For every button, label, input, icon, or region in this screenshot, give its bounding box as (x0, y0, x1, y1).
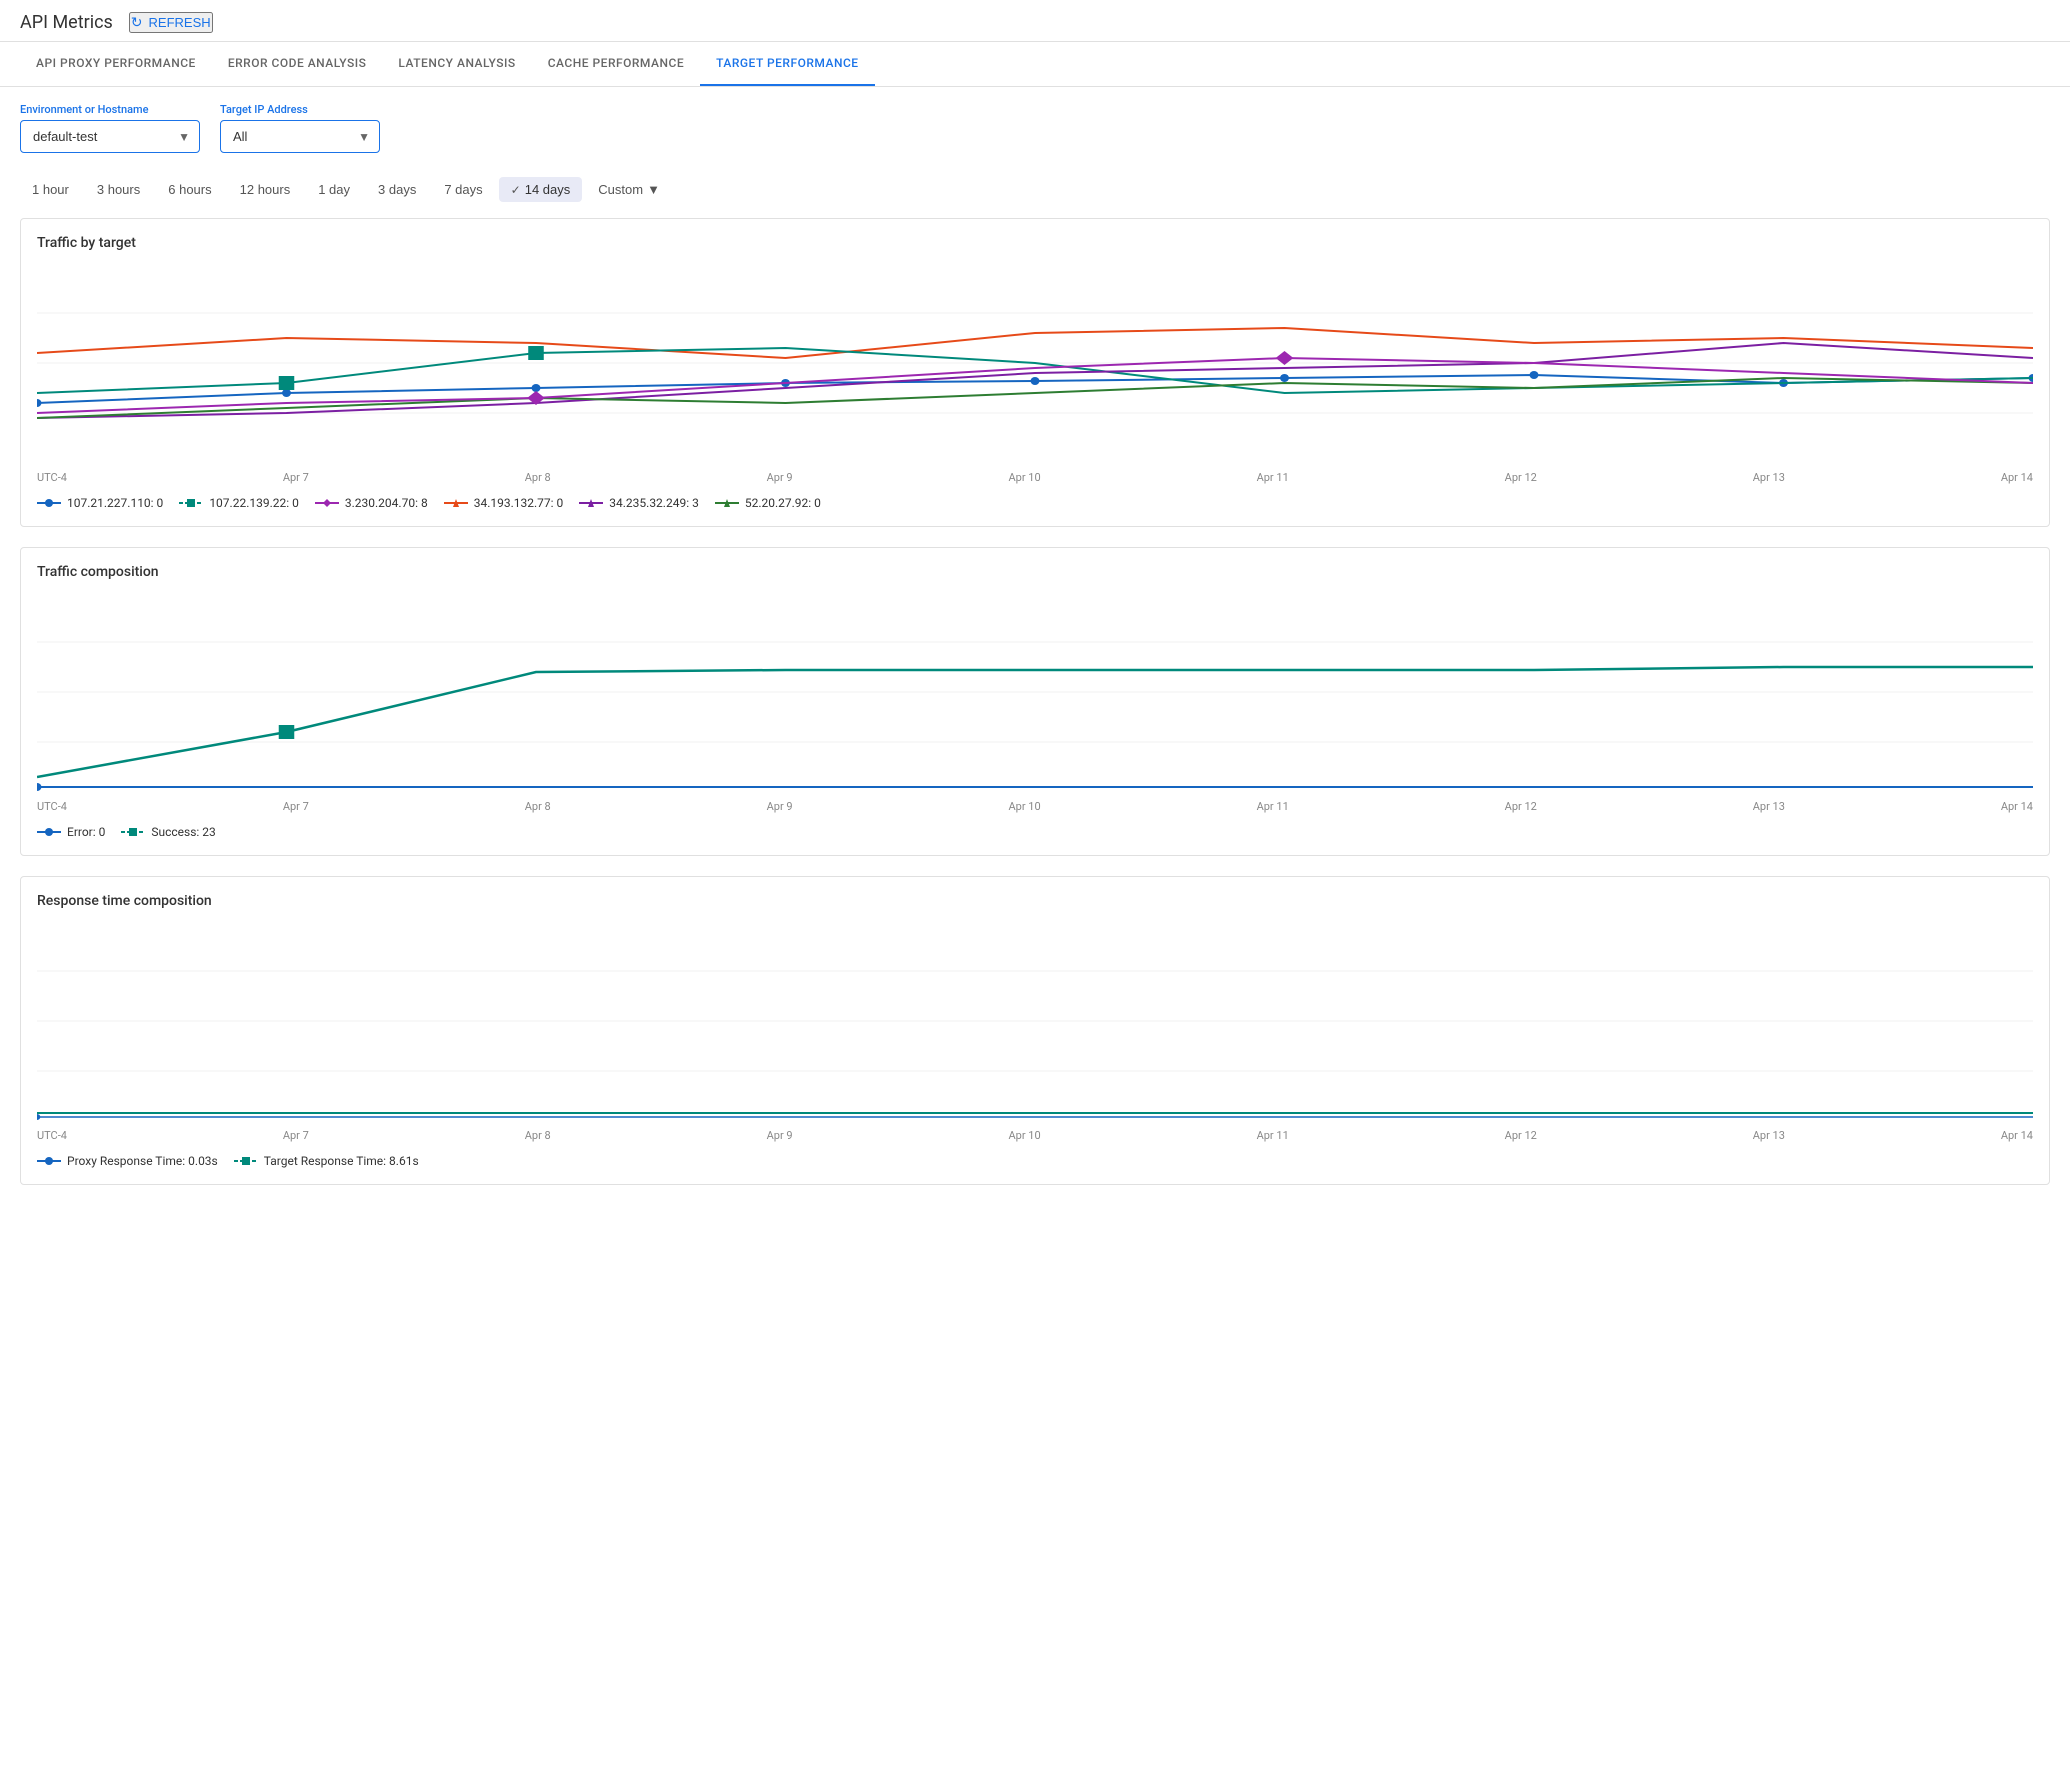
filter-controls: Environment or Hostname default-test pro… (0, 87, 2070, 169)
legend-error-icon (37, 827, 61, 837)
response-time-xaxis: UTC-4 Apr 7 Apr 8 Apr 9 Apr 10 Apr 11 Ap… (37, 1129, 2033, 1146)
time-btn-custom[interactable]: Custom ▼ (586, 177, 672, 202)
traffic-by-target-chart (37, 263, 2033, 463)
response-time-chart (37, 921, 2033, 1121)
legend-item-3: 3.230.204.70: 8 (315, 496, 428, 510)
page-title: API Metrics (20, 12, 113, 33)
time-btn-1h[interactable]: 1 hour (20, 177, 81, 202)
legend-line-4-icon (444, 498, 468, 508)
time-btn-3d[interactable]: 3 days (366, 177, 428, 202)
response-time-legend: Proxy Response Time: 0.03s Target Respon… (37, 1154, 2033, 1168)
time-btn-14d[interactable]: ✓ 14 days (499, 177, 583, 202)
time-btn-12h[interactable]: 12 hours (228, 177, 303, 202)
legend-item-6: 52.20.27.92: 0 (715, 496, 821, 510)
tab-latency[interactable]: LATENCY ANALYSIS (382, 42, 531, 86)
target-ip-select-wrapper: All ▼ (220, 120, 380, 153)
traffic-composition-svg (37, 592, 2033, 792)
env-label: Environment or Hostname (20, 103, 200, 116)
legend-error: Error: 0 (37, 825, 105, 839)
tab-error-code[interactable]: ERROR CODE ANALYSIS (212, 42, 383, 86)
env-control-group: Environment or Hostname default-test pro… (20, 103, 200, 153)
legend-target-response-icon (234, 1156, 258, 1166)
tab-target[interactable]: TARGET PERFORMANCE (700, 42, 874, 86)
time-btn-7d[interactable]: 7 days (432, 177, 494, 202)
traffic-by-target-card: Traffic by target (20, 218, 2050, 527)
tab-cache[interactable]: CACHE PERFORMANCE (532, 42, 700, 86)
legend-line-2-icon (179, 498, 203, 508)
target-ip-label: Target IP Address (220, 103, 380, 116)
custom-dropdown-icon: ▼ (647, 182, 660, 197)
refresh-icon: ↻ (131, 14, 143, 31)
time-btn-3h[interactable]: 3 hours (85, 177, 152, 202)
charts-container: Traffic by target (0, 218, 2070, 1185)
target-ip-control-group: Target IP Address All ▼ (220, 103, 380, 153)
response-time-card: Response time composition UTC-4 Apr 7 Ap… (20, 876, 2050, 1185)
traffic-by-target-xaxis: UTC-4 Apr 7 Apr 8 Apr 9 Apr 10 Apr 11 Ap… (37, 471, 2033, 488)
legend-line-5-icon (579, 498, 603, 508)
legend-proxy-response: Proxy Response Time: 0.03s (37, 1154, 218, 1168)
env-select[interactable]: default-test prod staging (20, 120, 200, 153)
traffic-composition-title: Traffic composition (37, 564, 2033, 580)
legend-line-1-icon (37, 498, 61, 508)
env-select-wrapper: default-test prod staging ▼ (20, 120, 200, 153)
legend-target-response: Target Response Time: 8.61s (234, 1154, 419, 1168)
traffic-by-target-legend: 107.21.227.110: 0 107.22.139.22: 0 3.230… (37, 496, 2033, 510)
response-time-svg (37, 921, 2033, 1121)
target-ip-select[interactable]: All (220, 120, 380, 153)
traffic-composition-legend: Error: 0 Success: 23 (37, 825, 2033, 839)
legend-line-3-icon (315, 498, 339, 508)
traffic-composition-xaxis: UTC-4 Apr 7 Apr 8 Apr 9 Apr 10 Apr 11 Ap… (37, 800, 2033, 817)
traffic-by-target-svg (37, 263, 2033, 463)
legend-success-icon (121, 827, 145, 837)
traffic-composition-chart (37, 592, 2033, 792)
time-btn-1d[interactable]: 1 day (306, 177, 362, 202)
legend-item-2: 107.22.139.22: 0 (179, 496, 299, 510)
tab-api-proxy[interactable]: API PROXY PERFORMANCE (20, 42, 212, 86)
legend-item-1: 107.21.227.110: 0 (37, 496, 163, 510)
legend-success: Success: 23 (121, 825, 215, 839)
checkmark-icon: ✓ (511, 183, 521, 197)
legend-item-4: 34.193.132.77: 0 (444, 496, 564, 510)
traffic-composition-card: Traffic composition UTC-4 Apr 7 Apr 8 Ap… (20, 547, 2050, 856)
legend-item-5: 34.235.32.249: 3 (579, 496, 699, 510)
legend-proxy-response-icon (37, 1156, 61, 1166)
refresh-button[interactable]: ↻ REFRESH (129, 12, 213, 33)
tab-bar: API PROXY PERFORMANCE ERROR CODE ANALYSI… (0, 42, 2070, 87)
response-time-title: Response time composition (37, 893, 2033, 909)
time-btn-6h[interactable]: 6 hours (156, 177, 223, 202)
legend-line-6-icon (715, 498, 739, 508)
time-filter-bar: 1 hour 3 hours 6 hours 12 hours 1 day 3 … (0, 169, 2070, 218)
traffic-by-target-title: Traffic by target (37, 235, 2033, 251)
page-header: API Metrics ↻ REFRESH (0, 0, 2070, 42)
